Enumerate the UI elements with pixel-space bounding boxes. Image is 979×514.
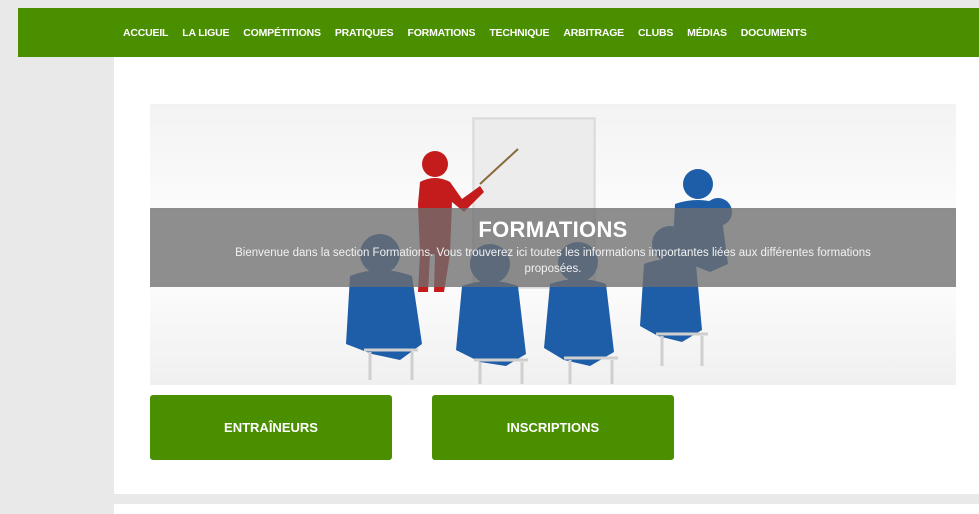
nav-item-competitions[interactable]: COMPÉTITIONS [243,27,328,39]
nav-item-pratiques[interactable]: PRATIQUES [335,27,401,39]
page-title: FORMATIONS [478,217,628,242]
hero-banner: FORMATIONS Bienvenue dans la section For… [150,104,956,385]
trainers-button[interactable]: ENTRAÎNEURS [150,395,392,460]
main-nav: ACCUEIL LA LIGUE COMPÉTITIONS PRATIQUES … [123,8,821,57]
nav-item-accueil[interactable]: ACCUEIL [123,27,175,39]
nav-item-technique[interactable]: TECHNIQUE [489,27,556,39]
nav-item-arbitrage[interactable]: ARBITRAGE [563,27,631,39]
nav-item-clubs[interactable]: CLUBS [638,27,680,39]
left-gutter [18,57,114,504]
next-section-edge [114,504,979,514]
nav-item-medias[interactable]: MÉDIAS [687,27,734,39]
hero-overlay: FORMATIONS Bienvenue dans la section For… [150,208,956,287]
hero-description: Bienvenue dans la section Formations. Vo… [235,247,871,275]
top-navigation-bar: ACCUEIL LA LIGUE COMPÉTITIONS PRATIQUES … [18,8,979,57]
registrations-button[interactable]: INSCRIPTIONS [432,395,674,460]
nav-item-formations[interactable]: FORMATIONS [408,27,483,39]
nav-item-la-ligue[interactable]: LA LIGUE [182,27,236,39]
nav-item-documents[interactable]: DOCUMENTS [741,27,814,39]
